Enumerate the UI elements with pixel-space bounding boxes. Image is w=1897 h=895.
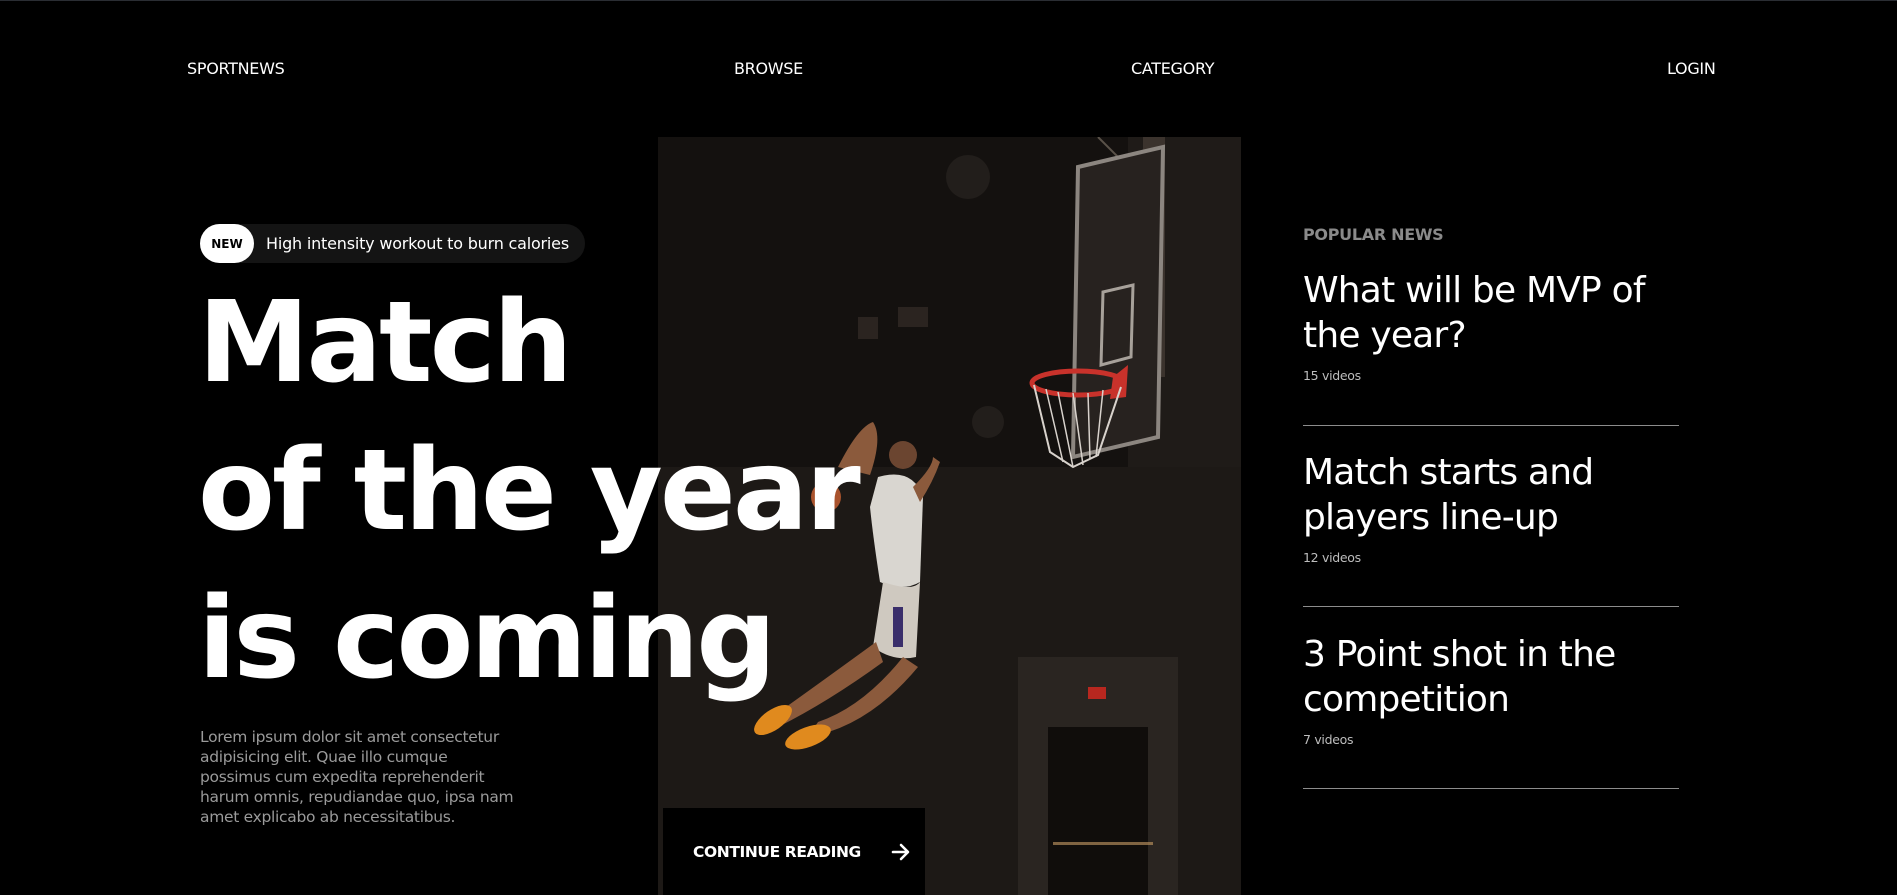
news-item[interactable]: Match starts and players line-up 12 vide… [1303,450,1679,607]
continue-reading-button[interactable]: CONTINUE READING [663,808,925,895]
nav-category-link[interactable]: CATEGORY [1131,59,1215,78]
news-item[interactable]: What will be MVP of the year? 15 videos [1303,268,1679,426]
headline-line-2: of the year [198,426,861,556]
news-video-count: 15 videos [1303,368,1361,383]
nav-browse-link[interactable]: BROWSE [734,59,803,78]
arrow-right-icon [891,843,910,861]
hero-headline: Match of the year is coming [198,269,861,713]
badge-text: High intensity workout to burn calories [266,234,569,253]
news-item[interactable]: 3 Point shot in the competition 7 videos [1303,632,1679,789]
news-title: 3 Point shot in the competition [1303,634,1616,720]
news-video-count: 12 videos [1303,550,1361,565]
hero-lead-text: Lorem ipsum dolor sit amet consectetur a… [200,728,514,826]
headline-line-1: Match [198,278,573,408]
news-video-count: 7 videos [1303,732,1354,747]
logo-link[interactable]: SPORTNEWS [187,59,285,78]
new-badge-pill[interactable]: NEW High intensity workout to burn calor… [200,224,585,263]
headline-line-3: is coming [198,574,776,704]
popular-news-heading: POPULAR NEWS [1303,225,1444,244]
nav-login-link[interactable]: LOGIN [1667,59,1716,78]
page: SPORTNEWS BROWSE CATEGORY LOGIN NEW High… [0,0,1897,895]
news-title: Match starts and players line-up [1303,452,1594,538]
news-title: What will be MVP of the year? [1303,270,1646,356]
new-tag: NEW [200,224,254,263]
continue-reading-label: CONTINUE READING [693,843,861,861]
